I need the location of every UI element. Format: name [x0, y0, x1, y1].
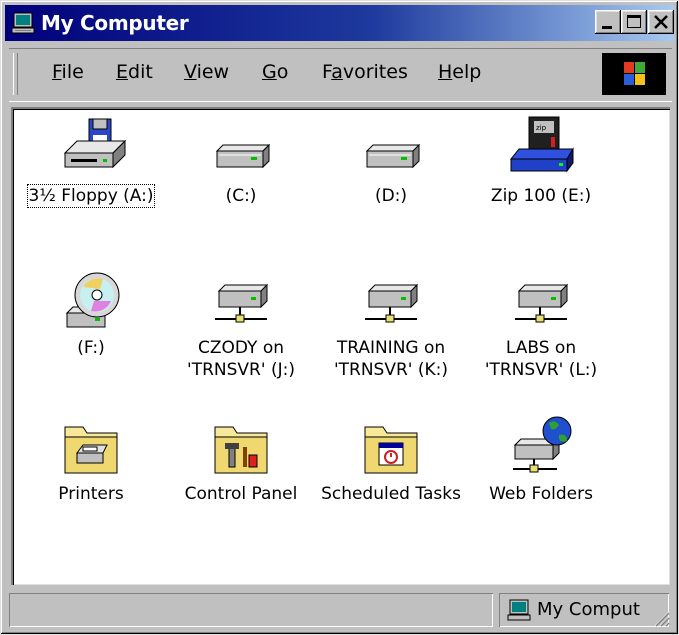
- window-title: My Computer: [41, 11, 189, 35]
- file-view[interactable]: 3½ Floppy (A:) (C:) (D:) zip Zip 100 (E:…: [11, 107, 670, 585]
- scheduled-tasks-item[interactable]: Scheduled Tasks: [316, 413, 466, 505]
- scheduled-tasks-folder-icon: [364, 426, 418, 474]
- drive-l-item[interactable]: LABS on 'TRNSVR' (L:): [466, 267, 616, 381]
- item-label: Printers: [58, 484, 124, 504]
- web-folders-item[interactable]: Web Folders: [466, 413, 616, 505]
- status-bar: My Comput: [9, 593, 672, 629]
- windows-flag-icon: [624, 62, 645, 85]
- menu-go[interactable]: Go: [262, 61, 288, 83]
- item-label: (D:): [374, 186, 408, 206]
- status-zone-label: My Comput: [537, 599, 640, 620]
- resize-grip-icon[interactable]: [652, 609, 670, 627]
- item-label: (C:): [225, 186, 257, 206]
- drive-k-item[interactable]: TRAINING on 'TRNSVR' (K:): [316, 267, 466, 381]
- title-bar[interactable]: My Computer: [5, 5, 674, 41]
- item-label: Scheduled Tasks: [321, 484, 461, 504]
- zip-drive-icon: zip: [509, 116, 574, 173]
- minimize-icon: [602, 26, 612, 29]
- control-panel-item[interactable]: Control Panel: [166, 413, 316, 505]
- toolbar-grip[interactable]: [13, 53, 18, 95]
- status-pane-zone: My Comput: [499, 593, 669, 627]
- drive-d-item[interactable]: (D:): [316, 115, 466, 207]
- floppy-drive-icon: [63, 118, 127, 169]
- item-label: Zip 100 (E:): [490, 186, 592, 206]
- hard-drive-icon: [365, 143, 421, 169]
- close-icon: [654, 15, 668, 29]
- computer-icon: [507, 599, 531, 621]
- menu-favorites[interactable]: Favorites: [322, 61, 408, 83]
- menu-view[interactable]: View: [184, 61, 229, 83]
- control-panel-folder-icon: [214, 426, 268, 474]
- item-label: 3½ Floppy (A:): [26, 184, 156, 208]
- hard-drive-icon: [215, 143, 271, 169]
- printers-item[interactable]: Printers: [16, 413, 166, 505]
- menu-help[interactable]: Help: [438, 61, 481, 83]
- drive-e-item[interactable]: zip Zip 100 (E:): [466, 115, 616, 207]
- menu-edit[interactable]: Edit: [116, 61, 153, 83]
- cd-drive-icon: [65, 272, 120, 328]
- computer-icon: [11, 12, 35, 34]
- printers-folder-icon: [64, 426, 118, 474]
- svg-text:zip: zip: [536, 124, 547, 132]
- drive-f-item[interactable]: (F:): [16, 267, 166, 359]
- menu-file[interactable]: File: [52, 61, 84, 83]
- network-drive-icon: [215, 283, 269, 323]
- status-pane-left: [9, 593, 493, 627]
- network-drive-icon: [365, 283, 419, 323]
- item-label: TRAINING on 'TRNSVR' (K:): [333, 338, 449, 380]
- drive-j-item[interactable]: CZODY on 'TRNSVR' (J:): [166, 267, 316, 381]
- network-drive-icon: [515, 283, 569, 323]
- minimize-button[interactable]: [595, 10, 621, 34]
- item-label: Control Panel: [184, 484, 298, 504]
- windows-logo-throbber[interactable]: [602, 53, 666, 95]
- web-folders-icon: [513, 416, 572, 473]
- drive-a-item[interactable]: 3½ Floppy (A:): [16, 115, 166, 208]
- item-label: LABS on 'TRNSVR' (L:): [484, 338, 598, 380]
- menu-bar: File Edit View Go Favorites Help: [9, 48, 672, 102]
- maximize-button[interactable]: [621, 10, 647, 34]
- maximize-icon: [627, 15, 641, 28]
- drive-c-item[interactable]: (C:): [166, 115, 316, 207]
- close-button[interactable]: [648, 10, 674, 34]
- my-computer-window: My Computer File Edit View Go Favorites …: [0, 0, 679, 635]
- item-label: (F:): [77, 338, 105, 358]
- item-label: CZODY on 'TRNSVR' (J:): [187, 338, 295, 380]
- item-label: Web Folders: [489, 484, 593, 504]
